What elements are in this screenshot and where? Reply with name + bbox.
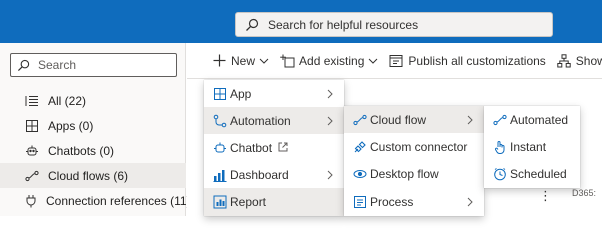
chevron-down-icon [368,58,378,64]
menu-item-label: Automated [510,112,569,127]
cloud-flow-submenu: Automated Instant Scheduled [484,106,580,188]
nav-item-label: Cloud flows (6) [48,168,129,183]
publish-icon [388,53,404,69]
menu-item-label: Scheduled [510,167,567,181]
menu-item-label: Chatbot [230,140,273,155]
menu-item-label: Automation [230,113,291,128]
row-stub-text: D365: [572,188,597,198]
process-icon [352,194,368,210]
menu-item-chatbot[interactable]: Chatbot [204,134,344,161]
menu-item-label-chatbot: Chatbot [230,141,288,155]
show-dependencies-button[interactable]: Show dep [556,53,602,69]
nav-item-chatbots[interactable]: Chatbots (0) [0,138,186,163]
nav-item-connection-references[interactable]: Connection references (11) [0,188,191,213]
chevron-right-icon [466,196,474,208]
menu-item-label: Cloud flow [370,112,427,127]
new-button-label: New [231,53,256,68]
menu-item-automated[interactable]: Automated [484,106,580,133]
chevron-right-icon [326,88,334,100]
search-icon [244,17,260,33]
menu-item-label: Custom connector [370,139,468,154]
chevron-right-icon [326,115,334,127]
nav-item-label: All (22) [48,93,87,108]
report-icon [212,194,228,210]
cloud-flow-icon [352,112,368,128]
publish-label: Publish all customizations [408,53,546,68]
dependencies-icon [556,53,572,69]
menu-item-dashboard[interactable]: Dashboard [204,161,344,188]
add-existing-label: Add existing [299,53,365,68]
plug-icon [24,193,38,209]
list-icon [24,93,40,109]
menu-item-report[interactable]: Report [204,188,344,216]
menu-item-label: Process [370,194,414,209]
plus-icon [211,53,227,69]
new-button[interactable]: New [211,53,269,69]
left-navigation: Search All (22) Apps (0) Chatbots (0) Cl… [0,43,191,216]
app-icon [212,86,228,102]
external-link-icon [278,142,288,152]
connector-icon [352,139,368,155]
chevron-right-icon [466,114,474,126]
bot-icon [24,143,40,159]
add-existing-button[interactable]: Add existing [279,53,378,69]
resources-search-input[interactable]: Search for helpful resources [235,12,553,37]
nav-item-apps[interactable]: Apps (0) [0,113,186,138]
resources-search-placeholder: Search for helpful resources [268,17,419,32]
command-bar: New Add existing Publish all customizati… [187,43,602,79]
desktop-flow-icon [352,166,368,182]
menu-item-process[interactable]: Process [344,187,484,216]
menu-item-label: Desktop flow [370,166,439,181]
nav-item-label: Connection references (11) [46,193,191,208]
menu-item-label: Report [230,195,267,209]
nav-search-input[interactable]: Search [10,53,177,77]
menu-item-desktop-flow[interactable]: Desktop flow [344,160,484,187]
chevron-right-icon [326,169,334,181]
menu-item-app[interactable]: App [204,80,344,107]
search-icon [17,58,31,72]
publish-all-button[interactable]: Publish all customizations [388,53,546,69]
automation-icon [212,113,228,129]
menu-item-automation[interactable]: Automation [204,107,344,134]
app-header: Search for helpful resources [0,0,602,43]
menu-item-scheduled[interactable]: Scheduled [484,160,580,188]
apps-icon [24,118,40,134]
menu-item-custom-connector[interactable]: Custom connector [344,133,484,160]
menu-item-instant[interactable]: Instant [484,133,580,160]
chatbot-icon [212,140,228,156]
automation-submenu: Cloud flow Custom connector Desktop flow… [344,106,484,216]
instant-icon [492,139,508,155]
nav-item-label: Chatbots (0) [48,143,115,158]
nav-item-all[interactable]: All (22) [0,88,186,113]
automated-icon [492,112,508,128]
dashboard-icon [212,167,228,183]
chevron-down-icon [259,58,269,64]
menu-item-label: Dashboard [230,167,289,182]
show-dep-label: Show dep [575,53,602,68]
flow-icon [24,168,40,184]
menu-item-label: App [230,86,252,101]
nav-item-cloud-flows[interactable]: Cloud flows (6) [0,163,186,188]
add-existing-icon [279,53,295,69]
menu-item-cloud-flow[interactable]: Cloud flow [344,106,484,133]
menu-item-label: Instant [510,139,547,154]
nav-search-placeholder: Search [38,58,77,72]
new-menu: App Automation Chatbot Dashboard Report [204,80,344,216]
nav-item-label: Apps (0) [48,118,94,133]
row-more-icon[interactable]: ⋮ [539,188,552,204]
scheduled-icon [492,166,508,182]
